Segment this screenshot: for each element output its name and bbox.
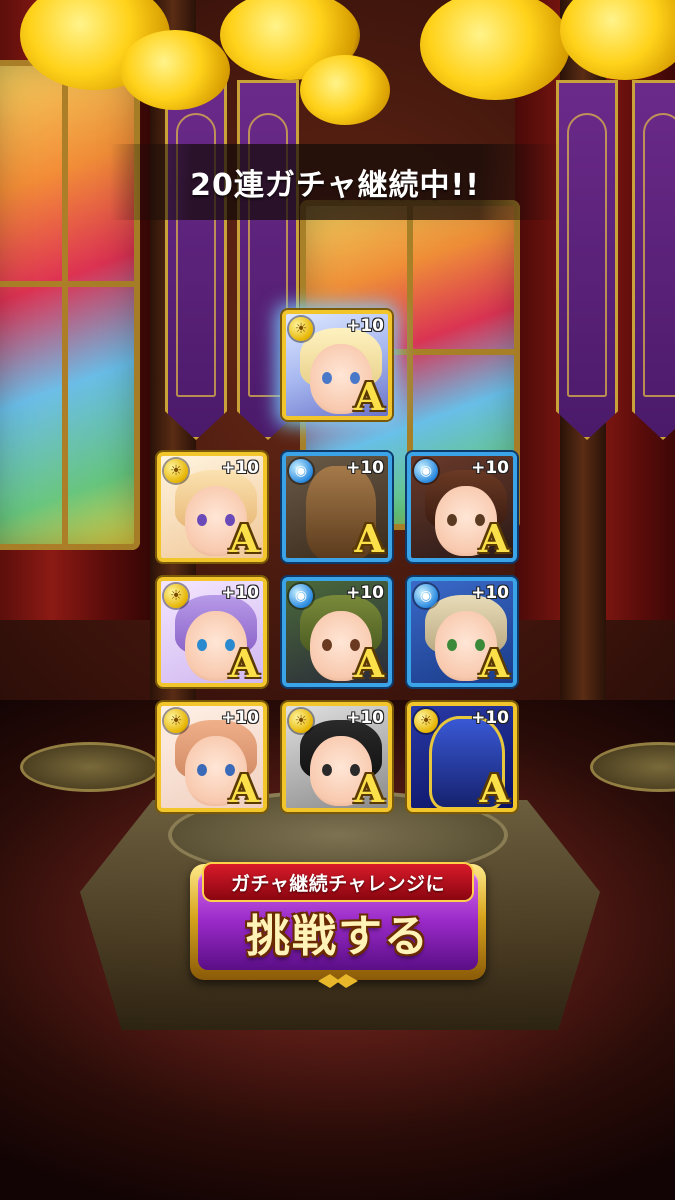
unit-card[interactable]: ◉ +10 A <box>407 452 517 562</box>
banner-right-2 <box>632 80 675 440</box>
water-attribute-icon: ◉ <box>289 459 313 483</box>
plus-value: +10 <box>471 708 509 728</box>
banner-right-1 <box>556 80 618 440</box>
rank-badge: A <box>229 766 259 811</box>
plus-value: +10 <box>221 708 259 728</box>
featured-unit-card[interactable]: ☀ +10 A <box>282 310 392 420</box>
unit-card[interactable]: ◉ +10 A <box>282 577 392 687</box>
water-attribute-icon: ◉ <box>414 459 438 483</box>
sun-attribute-icon: ☀ <box>289 317 313 341</box>
sun-attribute-icon: ☀ <box>164 709 188 733</box>
sun-attribute-icon: ☀ <box>164 584 188 608</box>
rank-badge: A <box>229 641 259 686</box>
rank-badge: A <box>354 641 384 686</box>
golden-foliage <box>120 30 230 110</box>
banner-left-1 <box>165 80 227 440</box>
rank-badge: A <box>354 766 384 811</box>
unit-card[interactable]: ☀ +10 A <box>157 452 267 562</box>
unit-card[interactable]: ☀ +10 A <box>282 702 392 812</box>
plus-value: +10 <box>346 583 384 603</box>
sun-attribute-icon: ☀ <box>289 709 313 733</box>
unit-card[interactable]: ☀ +10 A <box>407 702 517 812</box>
golden-foliage <box>300 55 390 125</box>
rank-badge: A <box>479 516 509 561</box>
pedestal-left <box>20 742 160 792</box>
button-ribbon: ガチャ継続チャレンジに <box>204 864 472 900</box>
plus-value: +10 <box>346 316 384 336</box>
plus-value: +10 <box>221 458 259 478</box>
rank-badge: A <box>229 516 259 561</box>
gacha-status-text: 20連ガチャ継続中!! <box>190 168 480 203</box>
unit-card[interactable]: ◉ +10 A <box>282 452 392 562</box>
sun-attribute-icon: ☀ <box>164 459 188 483</box>
rank-badge: A <box>479 641 509 686</box>
unit-card[interactable]: ☀ +10 A <box>157 577 267 687</box>
button-ribbon-label: ガチャ継続チャレンジに <box>230 872 446 895</box>
water-attribute-icon: ◉ <box>289 584 313 608</box>
unit-card[interactable]: ◉ +10 A <box>407 577 517 687</box>
gacha-status-banner: 20連ガチャ継続中!! <box>110 144 560 220</box>
unit-card[interactable]: ☀ +10 A <box>157 702 267 812</box>
gacha-challenge-button[interactable]: ガチャ継続チャレンジに 挑戦する <box>190 864 486 988</box>
plus-value: +10 <box>346 708 384 728</box>
stained-window-left <box>0 60 140 550</box>
button-main-label: 挑戦する <box>246 911 430 962</box>
plus-value: +10 <box>471 458 509 478</box>
plus-value: +10 <box>346 458 384 478</box>
water-attribute-icon: ◉ <box>414 584 438 608</box>
sun-attribute-icon: ☀ <box>414 709 438 733</box>
rank-badge: A <box>354 374 384 419</box>
rank-badge: A <box>354 516 384 561</box>
plus-value: +10 <box>471 583 509 603</box>
plus-value: +10 <box>221 583 259 603</box>
rank-badge: A <box>479 766 509 811</box>
